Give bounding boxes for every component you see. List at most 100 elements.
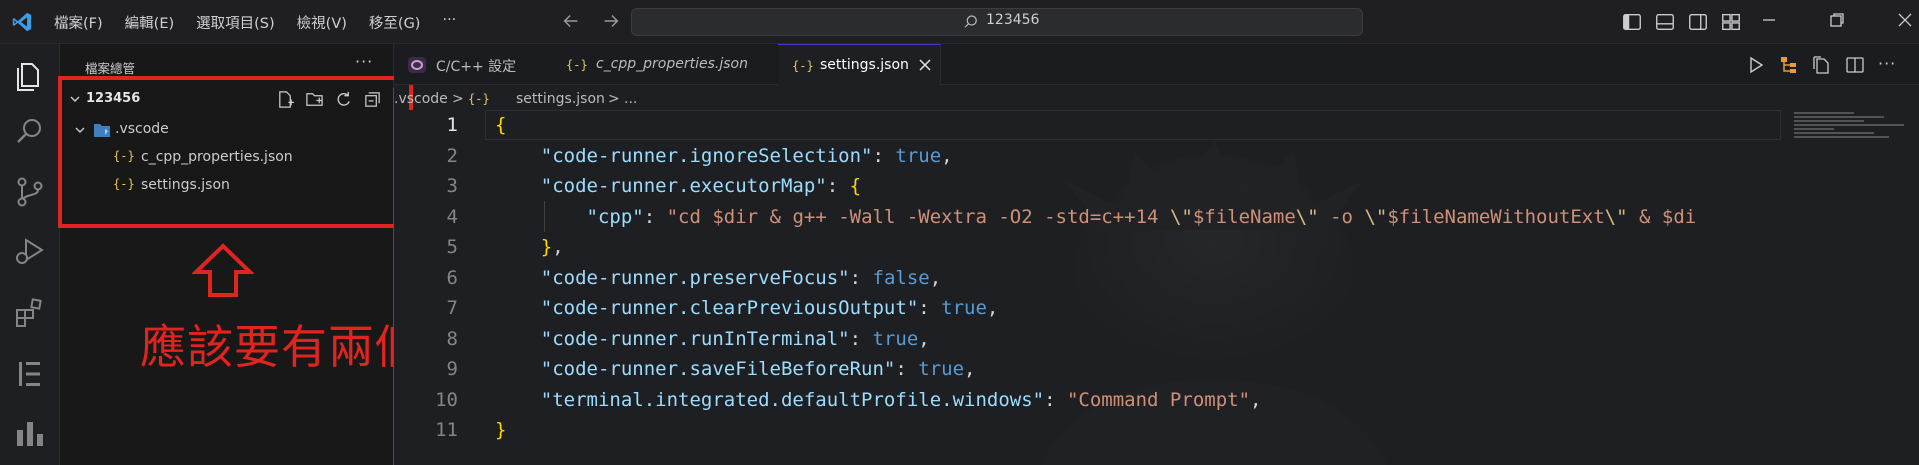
breadcrumb-folder[interactable]: .vscode <box>394 91 448 107</box>
code-token: true <box>895 144 942 167</box>
line-number: 9 <box>446 358 458 380</box>
tab-label: settings.json <box>820 57 909 73</box>
command-center-search[interactable]: 123456 <box>631 8 1363 36</box>
code-token: true <box>872 327 919 350</box>
code-token: "Command Prompt" <box>1066 388 1251 411</box>
code-line[interactable]: "code-runner.executorMap": { <box>495 175 861 205</box>
tab-cpp-config[interactable]: C/C++ 設定 <box>394 44 555 84</box>
code-token: true <box>918 358 965 380</box>
code-token: $fileName <box>1192 205 1296 228</box>
code-token: "code-runner.executorMap" <box>540 175 827 197</box>
analytics-bar-icon[interactable] <box>12 416 48 452</box>
forward-arrow-icon[interactable] <box>600 10 622 32</box>
split-editor-icon[interactable] <box>1845 55 1865 75</box>
code-line[interactable]: } <box>495 419 506 449</box>
code-line[interactable]: "terminal.integrated.defaultProfile.wind… <box>495 388 1262 419</box>
breadcrumb-separator: > <box>608 91 620 107</box>
code-token: : <box>872 144 896 167</box>
code-token: , <box>964 358 976 380</box>
code-line[interactable]: "cpp": "cd $dir & g++ -Wall -Wextra -O2 … <box>495 205 1697 236</box>
code-token: , <box>929 266 942 289</box>
open-changes-icon[interactable] <box>1812 55 1832 75</box>
code-token: : <box>895 358 919 380</box>
minimize-icon[interactable] <box>1760 11 1778 29</box>
breadcrumb-separator: > <box>452 91 464 107</box>
code-token: , <box>941 144 953 167</box>
menu-bar: 檔案(F) 編輯(E) 選取項目(S) 檢視(V) 移至(G) ··· <box>54 12 456 33</box>
annotation-up-arrow-icon <box>192 243 254 297</box>
code-token: "cpp" <box>586 205 644 228</box>
code-line[interactable]: }, <box>495 236 564 266</box>
customize-layout-icon[interactable] <box>1720 11 1742 33</box>
run-icon[interactable] <box>1746 55 1766 75</box>
code-line[interactable]: "code-runner.clearPreviousOutput": true, <box>495 297 999 327</box>
toggle-secondary-sidebar-icon[interactable] <box>1687 11 1709 33</box>
code-editor[interactable]: 1 2 3 4 5 6 7 8 9 10 11 { "code-runner.ignoreSelec… <box>394 110 1919 465</box>
toggle-panel-icon[interactable] <box>1654 11 1676 33</box>
code-token: : <box>849 266 873 289</box>
minimap[interactable] <box>1794 112 1919 152</box>
restore-icon[interactable] <box>1828 11 1846 29</box>
menu-file[interactable]: 檔案(F) <box>54 12 103 33</box>
code-token: $fileNameWithoutExt <box>1387 205 1605 228</box>
menu-selection[interactable]: 選取項目(S) <box>196 12 275 33</box>
code-token: : <box>826 175 850 197</box>
json-icon: {-} <box>792 59 814 73</box>
json-icon: {-} <box>566 58 588 72</box>
code-token: "code-runner.saveFileBeforeRun" <box>540 358 896 380</box>
menu-more[interactable]: ··· <box>442 12 456 33</box>
code-line[interactable]: { <box>495 114 506 144</box>
line-number: 10 <box>435 388 458 411</box>
code-token: & $di <box>1627 205 1697 228</box>
code-token: { <box>495 114 507 136</box>
toggle-primary-sidebar-icon[interactable] <box>1621 11 1643 33</box>
cpp-icon <box>408 57 426 73</box>
search-view-icon[interactable] <box>12 114 48 150</box>
close-window-icon[interactable] <box>1896 11 1914 29</box>
menu-go[interactable]: 移至(G) <box>369 12 421 33</box>
line-number: 6 <box>446 266 458 289</box>
activity-bar <box>0 44 60 465</box>
code-token: } <box>495 419 507 441</box>
menu-view[interactable]: 檢視(V) <box>297 12 347 33</box>
breadcrumb-rest[interactable]: ... <box>624 91 637 107</box>
code-line[interactable]: "code-runner.saveFileBeforeRun": true, <box>495 358 976 388</box>
explorer-title: 檔案總管 <box>85 61 136 76</box>
menu-edit[interactable]: 編輯(E) <box>125 12 174 33</box>
code-token: "code-runner.ignoreSelection" <box>540 144 873 167</box>
code-token: \" <box>1295 205 1319 228</box>
line-number: 4 <box>446 205 458 228</box>
code-token: : <box>1044 388 1067 411</box>
code-token: } <box>540 236 553 258</box>
tab-label: c_cpp_properties.json <box>596 56 748 72</box>
code-line[interactable]: "code-runner.ignoreSelection": true, <box>495 145 953 175</box>
code-line[interactable]: "code-runner.runInTerminal": true, <box>495 328 930 358</box>
code-token: \" <box>1604 205 1628 228</box>
code-token: : <box>918 297 942 319</box>
code-token: , <box>918 327 930 350</box>
explorer-icon[interactable] <box>12 58 48 94</box>
run-debug-icon[interactable] <box>12 232 48 268</box>
extensions-icon[interactable] <box>12 294 48 330</box>
hierarchy-icon[interactable] <box>1779 55 1799 75</box>
tab-c-cpp-properties[interactable]: {-} c_cpp_properties.json <box>554 44 779 84</box>
breadcrumb-file[interactable]: settings.json <box>516 91 605 107</box>
line-number: 1 <box>446 114 458 136</box>
source-control-icon[interactable] <box>12 174 48 210</box>
explorer-more-button[interactable]: ··· <box>355 52 373 71</box>
editor-more-button[interactable]: ··· <box>1878 55 1896 75</box>
vscode-logo-icon[interactable] <box>11 11 33 33</box>
elementor-extension-icon[interactable] <box>12 356 48 392</box>
search-icon <box>964 15 977 28</box>
tab-settings[interactable]: {-} settings.json <box>778 44 941 85</box>
back-arrow-icon[interactable] <box>560 10 582 32</box>
tab-label: C/C++ 設定 <box>436 59 517 75</box>
close-icon[interactable] <box>918 58 932 72</box>
window-controls <box>1760 11 1914 29</box>
code-line[interactable]: "code-runner.preserveFocus": false, <box>495 267 941 297</box>
